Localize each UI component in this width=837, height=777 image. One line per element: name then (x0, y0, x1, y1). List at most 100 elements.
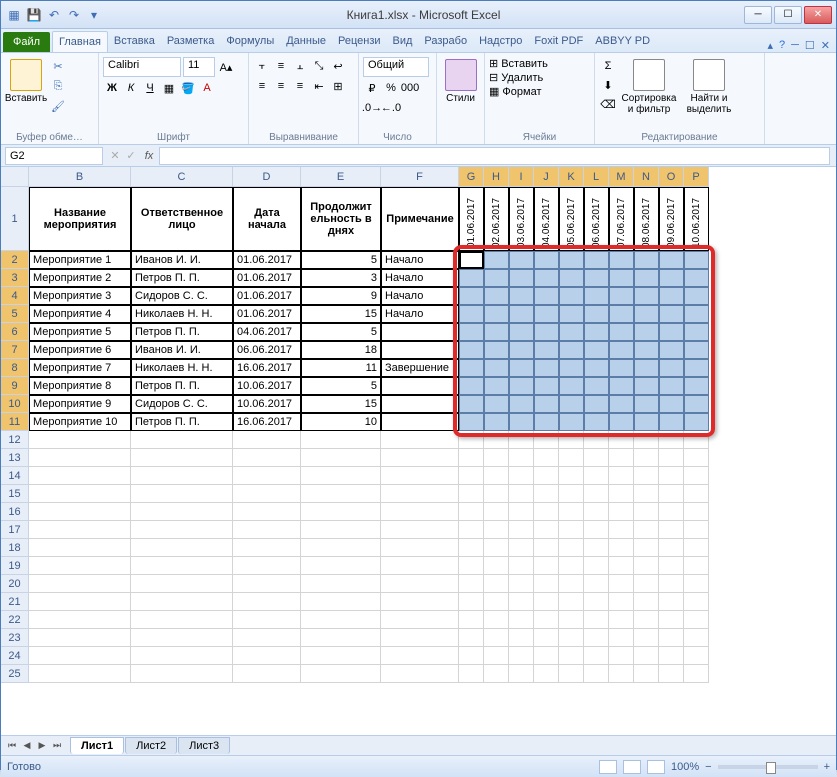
date-header-cell[interactable]: 10.06.2017 (684, 187, 709, 251)
empty-cell[interactable] (381, 665, 459, 683)
gantt-cell[interactable] (459, 251, 484, 269)
gantt-cell[interactable] (559, 251, 584, 269)
empty-cell[interactable] (634, 647, 659, 665)
empty-cell[interactable] (484, 539, 509, 557)
empty-cell[interactable] (559, 539, 584, 557)
gantt-cell[interactable] (484, 359, 509, 377)
gantt-cell[interactable] (659, 341, 684, 359)
empty-cell[interactable] (684, 665, 709, 683)
gantt-cell[interactable] (634, 341, 659, 359)
empty-cell[interactable] (233, 449, 301, 467)
row-header-16[interactable]: 16 (1, 503, 29, 521)
row-header-1[interactable]: 1 (1, 187, 29, 251)
empty-cell[interactable] (584, 521, 609, 539)
empty-cell[interactable] (684, 629, 709, 647)
header-cell[interactable]: Ответственное лицо (131, 187, 233, 251)
empty-cell[interactable] (684, 593, 709, 611)
gantt-cell[interactable] (584, 269, 609, 287)
empty-cell[interactable] (584, 503, 609, 521)
data-cell[interactable]: 01.06.2017 (233, 287, 301, 305)
data-cell[interactable] (381, 341, 459, 359)
gantt-cell[interactable] (484, 413, 509, 431)
empty-cell[interactable] (131, 557, 233, 575)
empty-cell[interactable] (509, 431, 534, 449)
empty-cell[interactable] (233, 485, 301, 503)
empty-cell[interactable] (381, 647, 459, 665)
empty-cell[interactable] (534, 647, 559, 665)
fx-icon[interactable]: fx (139, 150, 159, 162)
date-header-cell[interactable]: 05.06.2017 (559, 187, 584, 251)
empty-cell[interactable] (659, 521, 684, 539)
empty-cell[interactable] (684, 431, 709, 449)
empty-cell[interactable] (381, 449, 459, 467)
doc-min-icon[interactable]: ─ (791, 39, 799, 52)
empty-cell[interactable] (301, 467, 381, 485)
empty-cell[interactable] (29, 539, 131, 557)
empty-cell[interactable] (233, 431, 301, 449)
zoom-out-icon[interactable]: − (705, 761, 711, 773)
date-header-cell[interactable]: 07.06.2017 (609, 187, 634, 251)
empty-cell[interactable] (29, 431, 131, 449)
empty-cell[interactable] (233, 647, 301, 665)
empty-cell[interactable] (233, 503, 301, 521)
empty-cell[interactable] (659, 647, 684, 665)
gantt-cell[interactable] (559, 323, 584, 341)
gantt-cell[interactable] (509, 341, 534, 359)
copy-icon[interactable]: ⎘ (49, 77, 67, 95)
cells-area[interactable]: Название мероприятияОтветственное лицоДа… (29, 187, 709, 683)
empty-cell[interactable] (459, 629, 484, 647)
empty-cell[interactable] (29, 467, 131, 485)
italic-icon[interactable]: К (122, 79, 140, 97)
empty-cell[interactable] (484, 665, 509, 683)
empty-cell[interactable] (459, 611, 484, 629)
align-bot-icon[interactable]: ⫠ (291, 57, 309, 75)
empty-cell[interactable] (509, 557, 534, 575)
empty-cell[interactable] (609, 449, 634, 467)
col-header-H[interactable]: H (484, 167, 509, 187)
clear-icon[interactable]: ⌫ (599, 95, 617, 113)
fx-accept-icon[interactable]: ✓ (123, 149, 139, 162)
empty-cell[interactable] (559, 575, 584, 593)
empty-cell[interactable] (509, 665, 534, 683)
empty-cell[interactable] (131, 503, 233, 521)
data-cell[interactable]: Мероприятие 6 (29, 341, 131, 359)
empty-cell[interactable] (29, 593, 131, 611)
empty-cell[interactable] (684, 575, 709, 593)
gantt-cell[interactable] (534, 323, 559, 341)
gantt-cell[interactable] (484, 287, 509, 305)
date-header-cell[interactable]: 09.06.2017 (659, 187, 684, 251)
empty-cell[interactable] (559, 485, 584, 503)
col-header-P[interactable]: P (684, 167, 709, 187)
col-header-M[interactable]: M (609, 167, 634, 187)
empty-cell[interactable] (534, 593, 559, 611)
empty-cell[interactable] (559, 665, 584, 683)
indent-dec-icon[interactable]: ⇤ (310, 77, 328, 95)
empty-cell[interactable] (534, 503, 559, 521)
empty-cell[interactable] (459, 647, 484, 665)
row-header-5[interactable]: 5 (1, 305, 29, 323)
empty-cell[interactable] (684, 557, 709, 575)
gantt-cell[interactable] (609, 269, 634, 287)
empty-cell[interactable] (559, 431, 584, 449)
percent-icon[interactable]: % (382, 79, 400, 97)
view-break-icon[interactable] (647, 760, 665, 774)
empty-cell[interactable] (484, 503, 509, 521)
empty-cell[interactable] (381, 503, 459, 521)
empty-cell[interactable] (609, 521, 634, 539)
gantt-cell[interactable] (659, 377, 684, 395)
empty-cell[interactable] (659, 449, 684, 467)
empty-cell[interactable] (609, 647, 634, 665)
gantt-cell[interactable] (509, 251, 534, 269)
row-header-13[interactable]: 13 (1, 449, 29, 467)
row-header-3[interactable]: 3 (1, 269, 29, 287)
ribbon-tab-6[interactable]: Вид (387, 31, 419, 52)
header-cell[interactable]: Дата начала (233, 187, 301, 251)
empty-cell[interactable] (381, 539, 459, 557)
gantt-cell[interactable] (559, 341, 584, 359)
gantt-cell[interactable] (684, 413, 709, 431)
empty-cell[interactable] (659, 665, 684, 683)
gantt-cell[interactable] (659, 323, 684, 341)
empty-cell[interactable] (233, 557, 301, 575)
gantt-cell[interactable] (534, 341, 559, 359)
gantt-cell[interactable] (659, 395, 684, 413)
